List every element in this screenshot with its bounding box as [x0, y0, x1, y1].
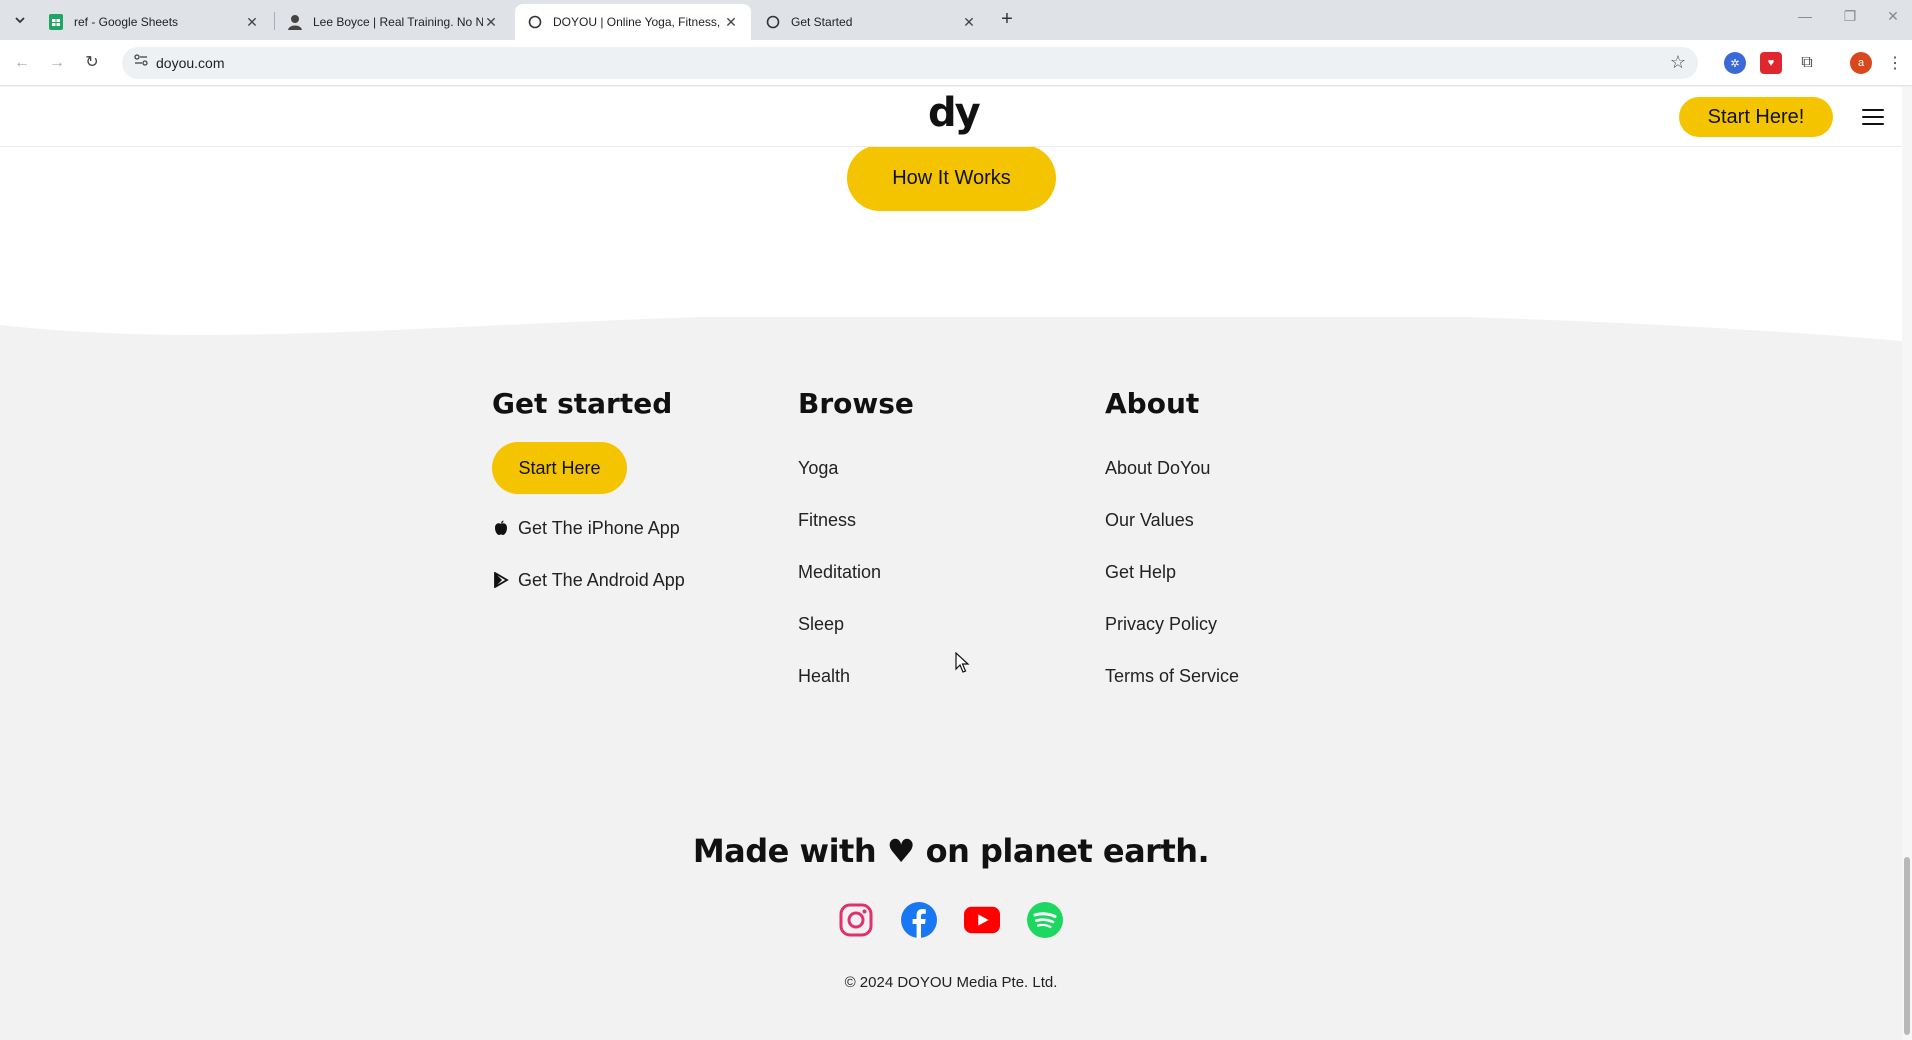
about-link-about-doyou[interactable]: About DoYou — [1105, 442, 1239, 494]
youtube-icon[interactable] — [964, 902, 1000, 938]
mouse-cursor-icon — [955, 652, 970, 673]
sheets-icon — [48, 14, 64, 30]
browse-link-yoga[interactable]: Yoga — [798, 442, 914, 494]
reload-icon[interactable]: ↻ — [78, 49, 106, 77]
footer-heading: Get started — [492, 387, 673, 420]
apple-icon — [492, 520, 510, 536]
close-tab-icon[interactable]: ✕ — [961, 14, 977, 31]
person-icon — [287, 14, 303, 30]
extensions-puzzle-icon[interactable]: ⧉ — [1796, 52, 1818, 74]
scrollbar-thumb[interactable] — [1904, 857, 1910, 1035]
browse-link-meditation[interactable]: Meditation — [798, 546, 914, 598]
iphone-app-label: Get The iPhone App — [518, 517, 680, 538]
how-it-works-button[interactable]: How It Works — [847, 145, 1056, 211]
close-tab-icon[interactable]: ✕ — [244, 14, 260, 31]
tagline: Made with ♥ on planet earth. — [692, 832, 1210, 870]
close-tab-icon[interactable]: ✕ — [483, 14, 499, 31]
site-info-icon[interactable] — [132, 54, 150, 72]
footer-column-browse: Browse Yoga Fitness Meditation Sleep Hea… — [798, 387, 914, 702]
globe-icon — [527, 14, 543, 30]
about-link-get-help[interactable]: Get Help — [1105, 546, 1239, 598]
close-window-icon[interactable]: ✕ — [1878, 8, 1908, 25]
facebook-icon[interactable] — [901, 902, 937, 938]
footer-column-get-started: Get started Start Here Get The iPhone Ap… — [492, 387, 685, 606]
tab-title: Get Started — [791, 15, 853, 29]
copyright-text: © 2024 DOYOU Media Pte. Ltd. — [844, 974, 1058, 991]
spotify-icon[interactable] — [1027, 902, 1063, 938]
site-header: dy Start Here! — [0, 87, 1902, 147]
tab-get-started[interactable]: Get Started ✕ — [753, 4, 989, 40]
hamburger-menu-icon[interactable] — [1862, 109, 1884, 125]
new-tab-icon[interactable]: + — [995, 8, 1019, 32]
tab-title: ref - Google Sheets — [74, 15, 179, 29]
wave-divider — [0, 277, 1902, 341]
start-here-header-button[interactable]: Start Here! — [1679, 97, 1833, 137]
android-app-label: Get The Android App — [518, 569, 685, 590]
browse-link-fitness[interactable]: Fitness — [798, 494, 914, 546]
about-link-our-values[interactable]: Our Values — [1105, 494, 1239, 546]
bookmark-star-icon[interactable]: ☆ — [1670, 52, 1686, 73]
tab-strip: ref - Google Sheets ✕ Lee Boyce | Real T… — [0, 0, 1912, 40]
android-app-link[interactable]: Get The Android App — [492, 554, 685, 606]
iphone-app-link[interactable]: Get The iPhone App — [492, 502, 685, 554]
url-text: doyou.com — [156, 55, 225, 71]
tab-title: DOYOU | Online Yoga, Fitness, & More — [553, 15, 723, 29]
browser-window: ref - Google Sheets ✕ Lee Boyce | Real T… — [0, 0, 1912, 1040]
page-scrollbar[interactable] — [1902, 87, 1912, 1040]
address-bar[interactable]: doyou.com ☆ — [122, 47, 1698, 79]
restore-icon[interactable]: ❐ — [1835, 8, 1865, 25]
shield-extension-icon[interactable]: ♥ — [1760, 52, 1782, 74]
browse-link-health[interactable]: Health — [798, 650, 914, 702]
back-icon[interactable]: ← — [8, 49, 36, 77]
about-link-privacy-policy[interactable]: Privacy Policy — [1105, 598, 1239, 650]
page-viewport: dy Start Here! How It Works Get started … — [0, 87, 1902, 1040]
footer-heading: Browse — [798, 387, 914, 420]
browser-toolbar: ← → ↻ doyou.com ☆ ✲ ♥ ⧉ a ⋮ — [0, 40, 1912, 86]
start-here-button[interactable]: Start Here — [492, 442, 627, 494]
close-tab-icon[interactable]: ✕ — [723, 14, 739, 31]
browse-link-sleep[interactable]: Sleep — [798, 598, 914, 650]
tab-lee-boyce[interactable]: Lee Boyce | Real Training. No Nonsense. … — [275, 4, 511, 40]
footer-column-about: About About DoYou Our Values Get Help Pr… — [1105, 387, 1239, 702]
tab-sheets[interactable]: ref - Google Sheets ✕ — [36, 4, 272, 40]
social-links — [838, 902, 1063, 938]
site-logo[interactable]: dy — [928, 90, 981, 136]
browser-menu-icon[interactable]: ⋮ — [1884, 52, 1906, 74]
play-store-icon — [492, 572, 510, 588]
about-link-terms-of-service[interactable]: Terms of Service — [1105, 650, 1239, 702]
forward-icon[interactable]: → — [43, 49, 71, 77]
tab-search-icon[interactable] — [8, 8, 32, 32]
extension-icon[interactable]: ✲ — [1724, 52, 1746, 74]
globe-icon — [765, 14, 781, 30]
footer-heading: About — [1105, 387, 1200, 420]
tab-doyou[interactable]: DOYOU | Online Yoga, Fitness, & More ✕ — [515, 4, 751, 40]
minimize-icon[interactable]: — — [1790, 8, 1820, 24]
instagram-icon[interactable] — [838, 902, 874, 938]
tab-title: Lee Boyce | Real Training. No Nonsense. — [313, 15, 483, 29]
profile-avatar[interactable]: a — [1850, 52, 1872, 74]
